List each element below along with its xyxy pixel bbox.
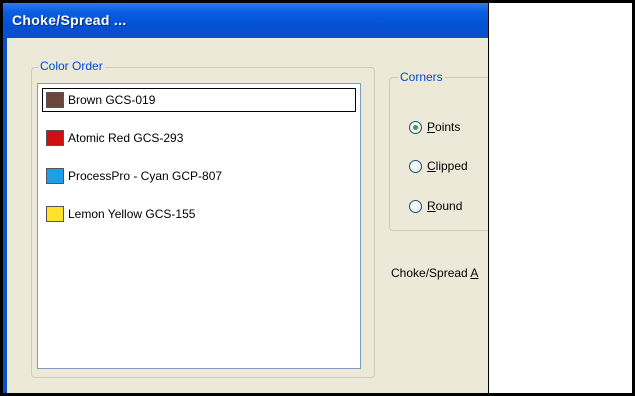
list-item-label: Lemon Yellow GCS-155 xyxy=(68,207,196,221)
list-item[interactable]: Atomic Red GCS-293 xyxy=(46,126,352,150)
radio-button[interactable] xyxy=(409,159,422,173)
window-title: Choke/Spread ... xyxy=(12,12,127,28)
choke-spread-dialog: Choke/Spread ... Color Order Brown GCS-0… xyxy=(3,3,488,393)
choke-spread-amount-label: Choke/Spread A xyxy=(391,266,479,280)
corners-legend: Corners xyxy=(398,70,445,84)
radio-label: Round xyxy=(427,199,463,213)
list-item-label: ProcessPro - Cyan GCP-807 xyxy=(68,169,223,183)
title-bar[interactable]: Choke/Spread ... xyxy=(3,3,488,38)
color-swatch xyxy=(46,92,64,108)
list-item-label: Atomic Red GCS-293 xyxy=(68,131,184,145)
radio-label: Points xyxy=(427,120,461,134)
radio-round[interactable]: Round xyxy=(409,199,462,213)
color-order-list[interactable]: Brown GCS-019 Atomic Red GCS-293 Process… xyxy=(37,83,361,369)
frame-left-line xyxy=(0,0,3,396)
color-swatch xyxy=(46,168,64,184)
list-item[interactable]: Lemon Yellow GCS-155 xyxy=(46,202,352,226)
radio-points[interactable]: Points xyxy=(409,120,460,134)
frame-top-line xyxy=(0,0,635,3)
list-item-label: Brown GCS-019 xyxy=(68,93,156,107)
list-item[interactable]: Brown GCS-019 xyxy=(42,88,356,112)
color-swatch xyxy=(46,130,64,146)
color-swatch xyxy=(46,206,64,222)
color-order-legend: Color Order xyxy=(38,59,105,73)
radio-button-checked[interactable] xyxy=(409,120,422,134)
radio-clipped[interactable]: Clipped xyxy=(409,159,468,173)
window-left-border xyxy=(3,38,7,393)
list-item[interactable]: ProcessPro - Cyan GCP-807 xyxy=(46,164,352,188)
frame-divider-line xyxy=(488,0,489,396)
radio-label: Clipped xyxy=(427,159,468,173)
radio-button[interactable] xyxy=(409,199,422,213)
